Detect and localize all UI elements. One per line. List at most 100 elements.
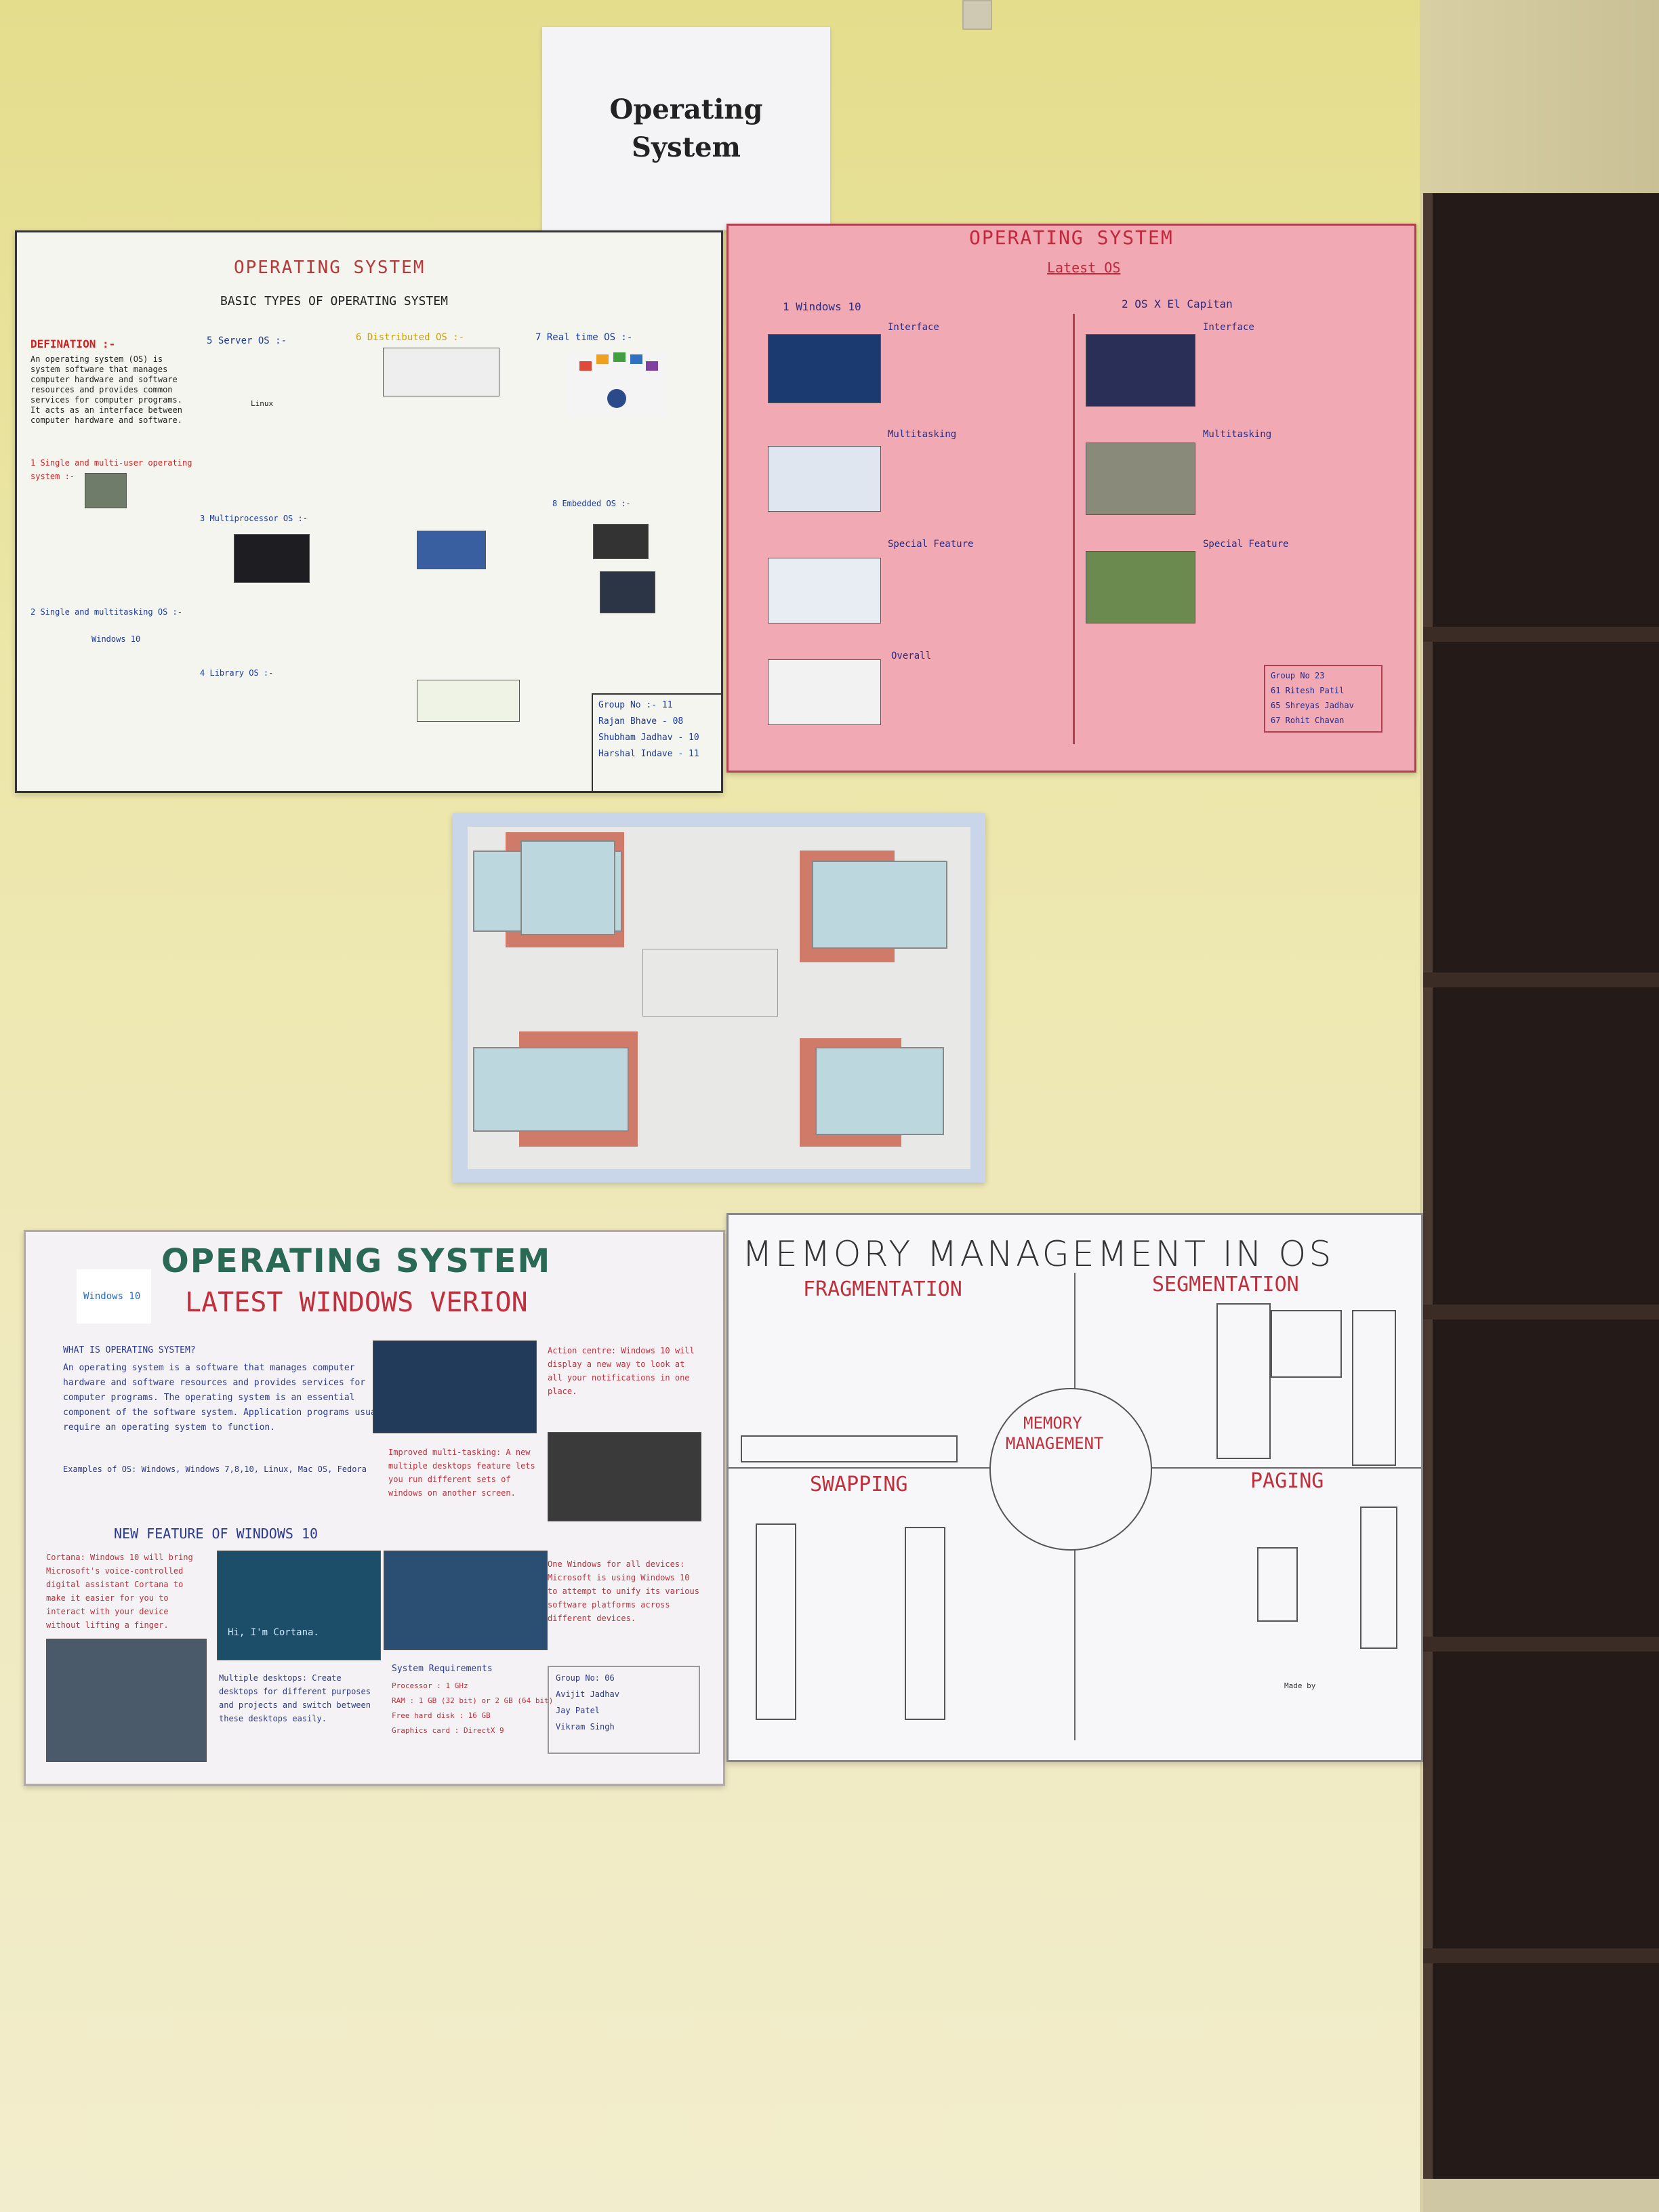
windows-label: Windows 10	[91, 634, 141, 644]
examples-text: Examples of OS: Windows, Windows 7,8,10,…	[63, 1465, 367, 1474]
poster-latest-windows: OPERATING SYSTEM LATEST WINDOWS VERION W…	[24, 1230, 725, 1786]
wooden-door	[1423, 193, 1659, 2179]
row-label: Overall	[891, 651, 932, 661]
windows-logo-text: Windows 10	[83, 1291, 141, 1302]
poster-subtitle: LATEST WINDOWS VERION	[185, 1287, 528, 1318]
screen-image	[417, 531, 486, 569]
divider	[1073, 314, 1075, 744]
flip-card	[473, 1047, 629, 1132]
title-line-1: Operating	[609, 94, 763, 125]
swapping-heading: SWAPPING	[810, 1473, 908, 1496]
item-embedded-os: 8 Embedded OS :-	[552, 499, 631, 508]
flip-card	[812, 861, 947, 949]
multiple-desktops-text: Multiple desktops: Create desktops for d…	[219, 1673, 371, 1723]
group-line: 61 Ritesh Patil	[1271, 686, 1345, 695]
mac-screenshot	[1086, 334, 1195, 407]
realtime-os-heading: 7 Real time OS :-	[535, 332, 633, 343]
action-center-text: Action centre: Windows 10 will display a…	[548, 1346, 695, 1396]
flip-card	[815, 1047, 944, 1135]
poster-subtitle: Latest OS	[1047, 260, 1121, 276]
door-rail	[1423, 1948, 1659, 1963]
poster-title: OPERATING SYSTEM	[161, 1242, 552, 1280]
door-rail	[1423, 972, 1659, 987]
segmentation-heading: SEGMENTATION	[1152, 1273, 1299, 1296]
group-box: Group No :- 11 Rajan Bhave - 08 Shubham …	[592, 693, 721, 791]
group-line: Group No: 06	[556, 1673, 615, 1683]
floor-strip	[1423, 2179, 1659, 2212]
row-label: Interface	[1203, 322, 1254, 333]
requirement-line: RAM : 1 GB (32 bit) or 2 GB (64 bit)	[392, 1696, 554, 1705]
group-line: Group No 23	[1271, 671, 1325, 680]
group-line: Shubham Jadhav - 10	[598, 733, 699, 743]
made-by-label: Made by	[1284, 1681, 1316, 1690]
poster-memory-management: MEMORY MANAGEMENT IN OS FRAGMENTATION SE…	[726, 1213, 1423, 1762]
segment-table	[1271, 1310, 1342, 1378]
center-diagram	[642, 949, 778, 1017]
title-card: Operating System	[542, 27, 830, 230]
distributed-os-heading: 6 Distributed OS :-	[356, 332, 465, 343]
door-edge	[1423, 193, 1433, 2179]
center-circle: MEMORY MANAGEMENT	[989, 1388, 1152, 1551]
group-line: Vikram Singh	[556, 1722, 615, 1732]
definition-heading: DEFINATION :-	[30, 337, 116, 350]
new-feature-heading: NEW FEATURE OF WINDOWS 10	[114, 1525, 319, 1542]
group-line: Group No :- 11	[598, 700, 673, 710]
linux-label: Linux	[251, 399, 274, 408]
windows10-heading: 1 Windows 10	[783, 300, 861, 313]
requirements-heading: System Requirements	[392, 1664, 493, 1674]
group-line: 65 Shreyas Jadhav	[1271, 701, 1354, 710]
windows-logo-box: Windows 10	[77, 1269, 151, 1324]
realtime-wheel-image	[566, 351, 668, 419]
multitask-text: Improved multi-tasking: A new multiple d…	[388, 1448, 535, 1498]
segment-table	[1216, 1303, 1271, 1459]
poster-title: OPERATING SYSTEM	[969, 226, 1174, 249]
windows-screenshot	[768, 446, 881, 512]
fragment-blocks	[741, 1435, 958, 1462]
poster-title: MEMORY MANAGEMENT IN OS	[742, 1234, 1334, 1275]
wall-hook	[962, 0, 992, 30]
fragmentation-heading: FRAGMENTATION	[803, 1277, 962, 1301]
windows-screenshot	[768, 659, 881, 725]
embedded-device-image	[593, 524, 649, 559]
group-line: Avijit Jadhav	[556, 1689, 619, 1699]
group-box: Group No: 06 Avijit Jadhav Jay Patel Vik…	[548, 1666, 700, 1754]
requirement-line: Graphics card : DirectX 9	[392, 1726, 504, 1735]
door-rail	[1423, 627, 1659, 642]
requirement-line: Free hard disk : 16 GB	[392, 1711, 491, 1720]
row-label: Interface	[888, 322, 939, 333]
page-frames	[1360, 1507, 1397, 1649]
flip-card	[520, 840, 615, 935]
poster-basic-types: OPERATING SYSTEM BASIC TYPES OF OPERATIN…	[15, 230, 723, 793]
one-windows-text: One Windows for all devices: Microsoft i…	[548, 1559, 699, 1623]
cloud-image	[234, 534, 310, 583]
wheel-graphic	[579, 352, 658, 408]
requirement-line: Processor : 1 GHz	[392, 1681, 468, 1690]
item-multiprocessor: 3 Multiprocessor OS :-	[200, 514, 308, 523]
windows-screenshot	[768, 558, 881, 623]
mac-screenshot	[1086, 551, 1195, 623]
mac-screenshot	[1086, 443, 1195, 515]
poster-latest-os: OPERATING SYSTEM Latest OS 1 Windows 10 …	[726, 224, 1416, 773]
cortana-screenshot: Hi, I'm Cortana.	[217, 1551, 381, 1660]
item-multitasking: 2 Single and multitasking OS :-	[30, 607, 182, 617]
row-label: Multitasking	[1203, 429, 1272, 440]
group-line: Harshal Indave - 11	[598, 749, 699, 759]
swap-disk-column	[905, 1527, 945, 1720]
distributed-diagram	[383, 348, 499, 396]
cortana-caption: Hi, I'm Cortana.	[228, 1627, 319, 1638]
group-box: Group No 23 61 Ritesh Patil 65 Shreyas J…	[1264, 665, 1382, 733]
row-label: Special Feature	[1203, 539, 1289, 550]
group-line: 67 Rohit Chavan	[1271, 716, 1345, 725]
what-text: An operating system is a software that m…	[63, 1363, 392, 1433]
page-table	[1257, 1547, 1298, 1622]
segment-memory	[1352, 1310, 1396, 1466]
poster-subtitle: BASIC TYPES OF OPERATING SYSTEM	[220, 294, 448, 308]
windows-screenshot	[768, 334, 881, 403]
desktop-screenshot	[46, 1639, 207, 1762]
library-diagram	[417, 680, 520, 722]
door-rail	[1423, 1637, 1659, 1652]
embedded-device-image-2	[600, 571, 655, 613]
group-line: Rajan Bhave - 08	[598, 716, 684, 726]
cortana-text: Cortana: Windows 10 will bring Microsoft…	[46, 1553, 193, 1630]
title-line-2: System	[632, 131, 741, 163]
